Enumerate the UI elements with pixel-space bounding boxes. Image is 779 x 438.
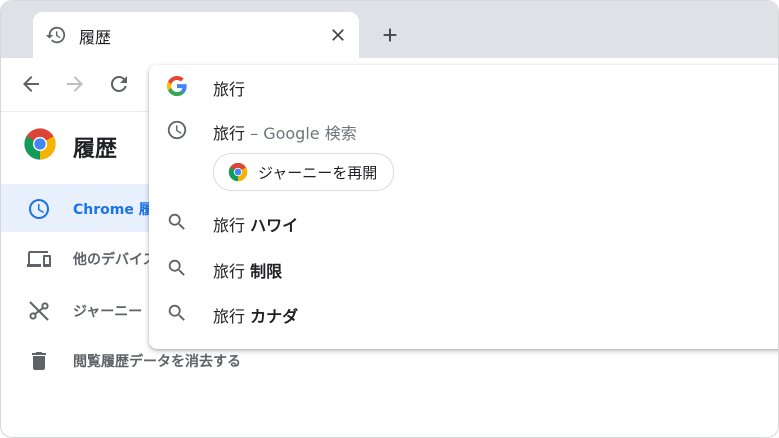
suggestion-query: 旅行: [213, 307, 246, 326]
omnibox-input[interactable]: 旅行: [213, 76, 245, 100]
suggestion-completion: 制限: [250, 262, 283, 281]
suggestion-text: 旅行 カナダ: [213, 303, 298, 327]
suggestion-description: Google 検索: [263, 124, 357, 143]
browser-window: 履歴 履歴 Chrome 履歴 他のデバイス ジャーニー 閲覧履歴データを消去す…: [0, 0, 779, 438]
search-icon: [168, 213, 185, 230]
arrow-back-icon[interactable]: [19, 72, 43, 96]
devices-icon: [27, 251, 51, 267]
omnibox-input-row[interactable]: 旅行: [149, 65, 778, 109]
suggestion-text: 旅行 制限: [213, 258, 282, 282]
suggestion-row[interactable]: 旅行 – Google 検索: [149, 109, 778, 153]
chrome-logo-icon: [228, 162, 248, 182]
chrome-logo-icon: [24, 128, 56, 160]
omnibox-dropdown: 旅行 旅行 – Google 検索 ジャーニーを再開 旅行 ハワイ 旅行 制限 …: [149, 65, 778, 349]
suggestion-row[interactable]: 旅行 ハワイ: [149, 201, 778, 245]
trash-icon: [32, 352, 46, 370]
close-icon[interactable]: [328, 25, 348, 45]
sidebar-item-label: 他のデバイス: [73, 252, 157, 268]
tab-title: 履歴: [79, 28, 112, 47]
google-icon: [166, 75, 187, 97]
suggestion-completion: ハワイ: [250, 216, 299, 235]
suggestion-text: 旅行 – Google 検索: [213, 120, 357, 144]
sidebar-item-label: 閲覧履歴データを消去する: [73, 354, 241, 370]
suggestion-query: 旅行: [213, 124, 246, 143]
clock-icon: [167, 120, 187, 140]
suggestion-text: 旅行 ハワイ: [213, 212, 298, 236]
resume-journey-label: ジャーニーを再開: [258, 163, 378, 182]
reload-icon[interactable]: [107, 72, 131, 96]
suggestion-row[interactable]: 旅行 制限: [149, 247, 778, 291]
sidebar-item-label: ジャーニー: [73, 304, 143, 320]
suggestion-query: 旅行: [213, 216, 246, 235]
history-icon: [45, 26, 66, 44]
suggestion-completion: カナダ: [250, 307, 299, 326]
arrow-forward-icon[interactable]: [63, 72, 87, 96]
suggestion-separator: –: [245, 124, 264, 143]
plus-icon[interactable]: [379, 24, 401, 46]
page-title: 履歴: [73, 137, 118, 162]
tab-history[interactable]: 履歴: [33, 12, 359, 58]
resume-journey-chip[interactable]: ジャーニーを再開: [213, 153, 395, 191]
tab-strip: 履歴: [1, 1, 778, 58]
suggestion-query: 旅行: [213, 262, 246, 281]
journeys-off-icon: [29, 301, 49, 321]
search-icon: [168, 304, 185, 321]
clock-icon: [29, 199, 49, 219]
search-icon: [168, 259, 185, 276]
suggestion-row[interactable]: 旅行 カナダ: [149, 292, 778, 336]
